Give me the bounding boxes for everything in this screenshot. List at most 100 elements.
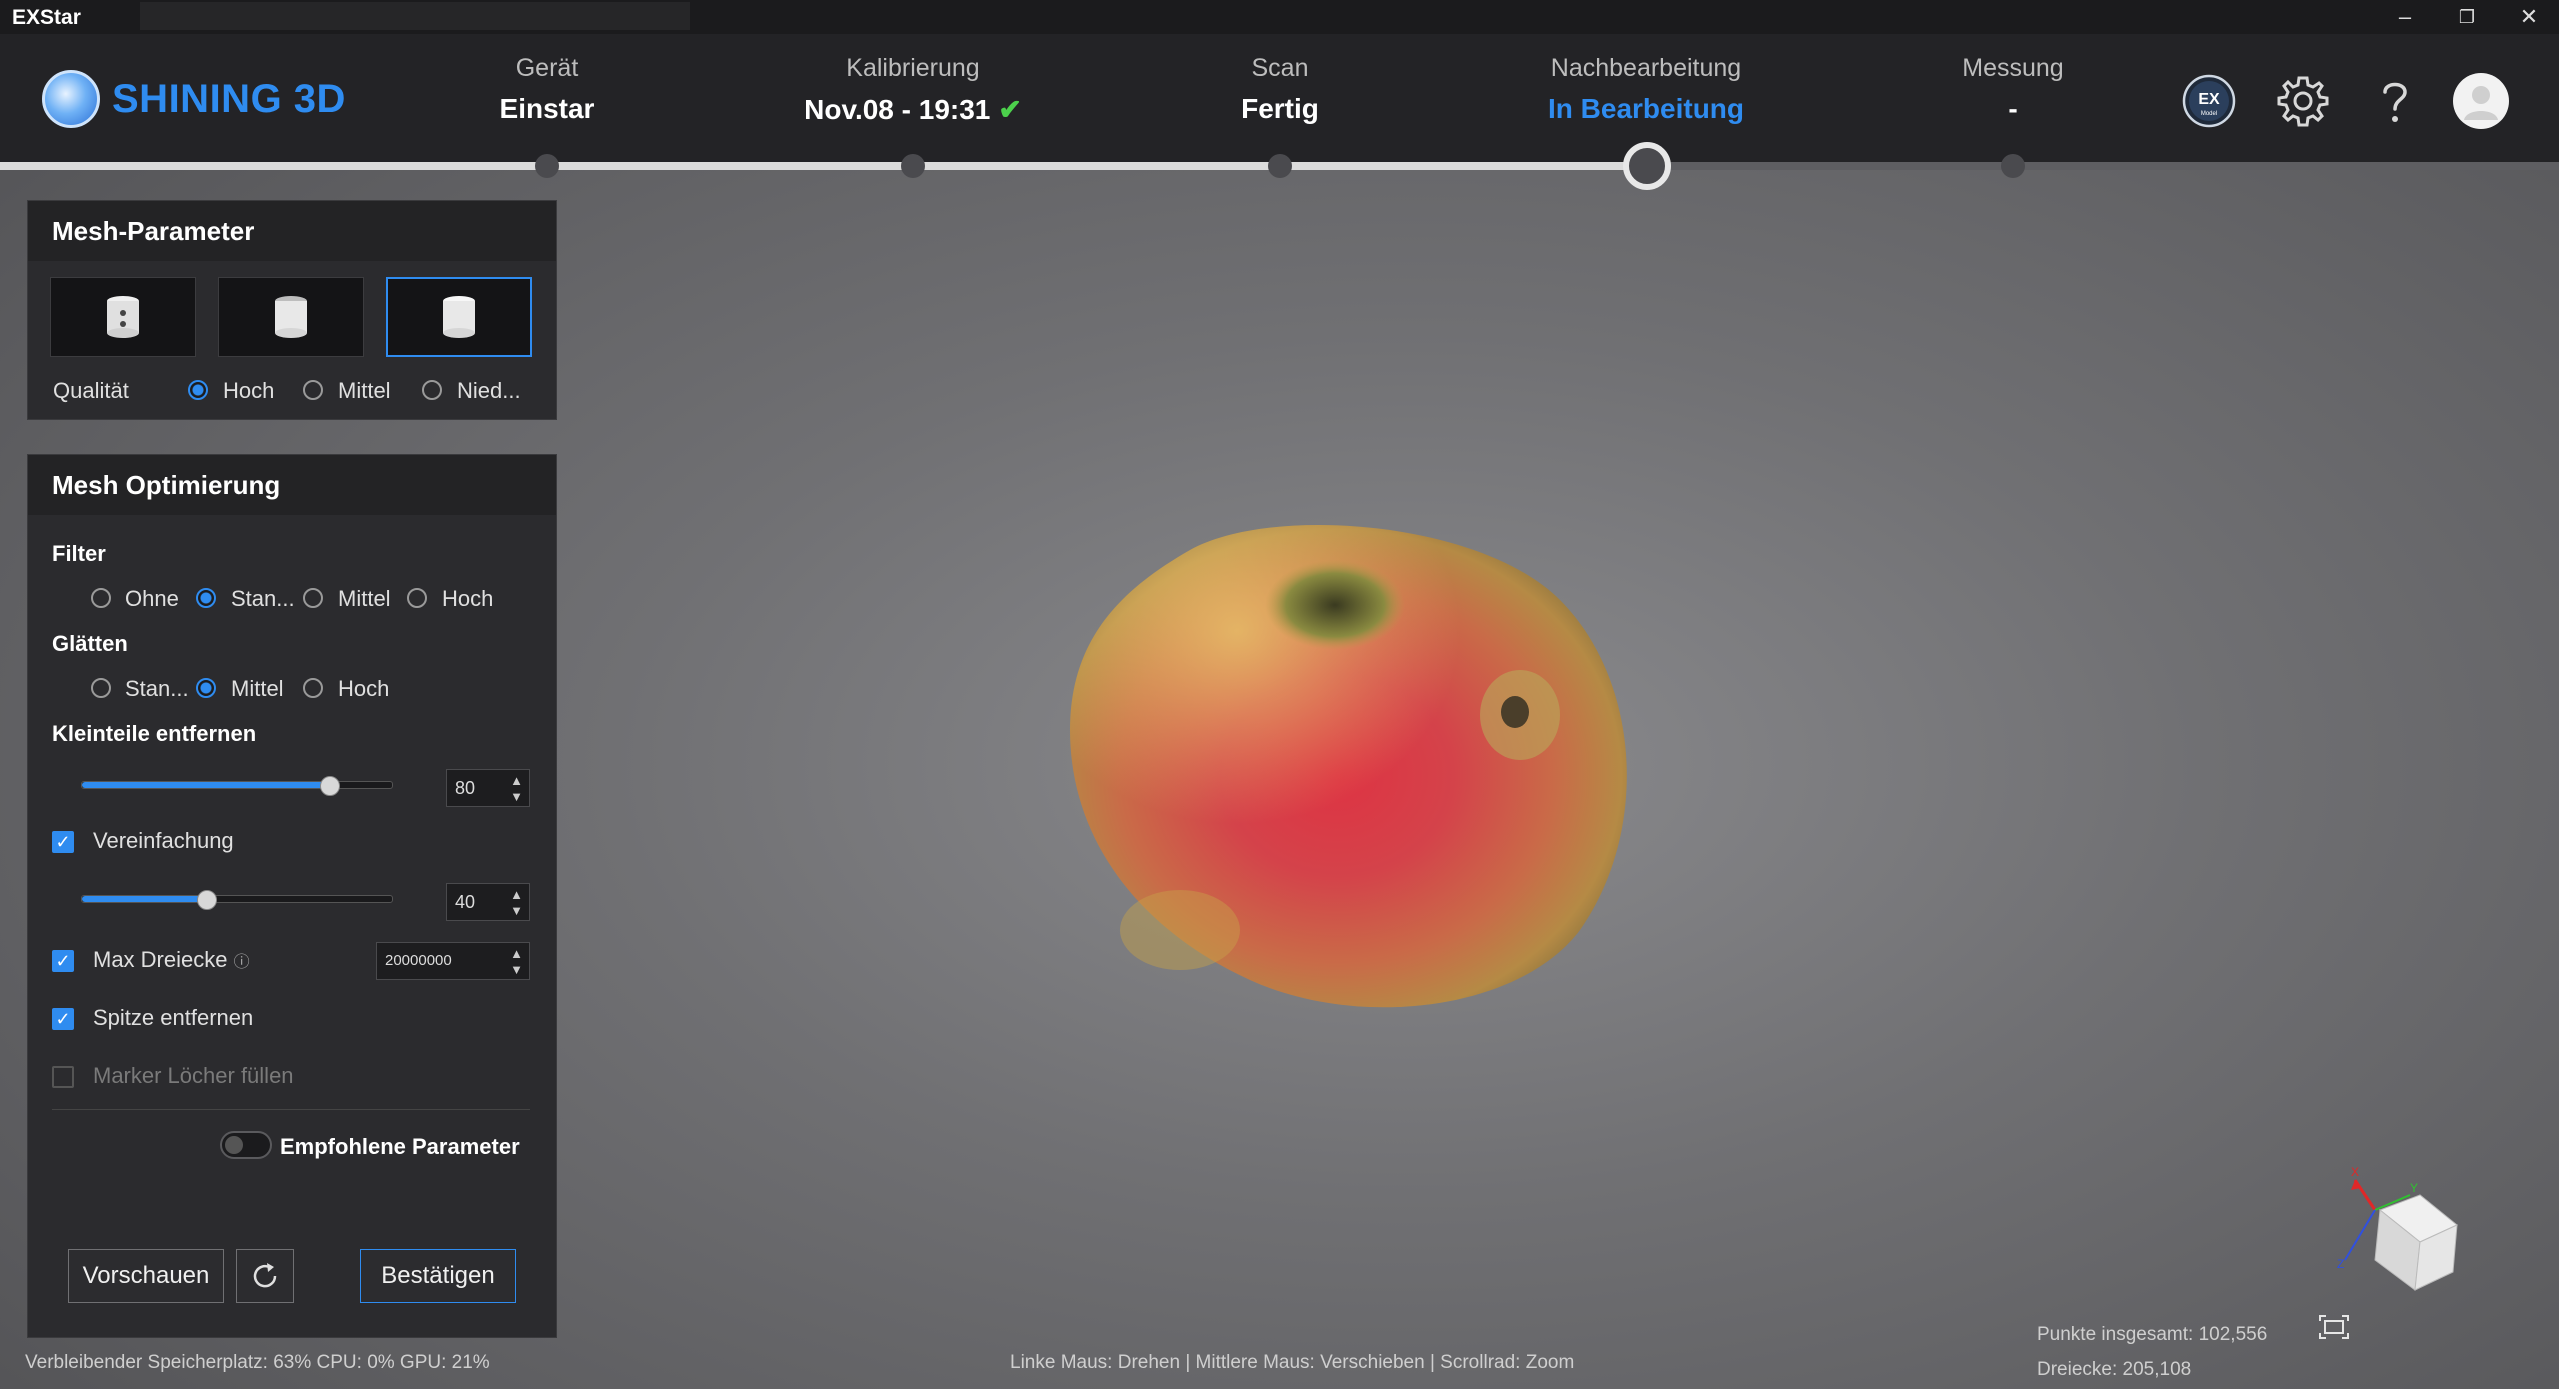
step-label: Scan xyxy=(1251,54,1309,82)
system-status: Verbleibender Speicherplatz: 63% CPU: 0%… xyxy=(25,1352,490,1373)
stepper-up-icon[interactable]: ▲ xyxy=(510,947,523,960)
max-triangles-stepper[interactable]: 20000000 ▲ ▼ xyxy=(376,942,530,980)
smooth-medium-radio[interactable] xyxy=(196,678,216,698)
minimize-button[interactable]: – xyxy=(2385,2,2425,32)
step-measurement[interactable]: Messung - xyxy=(1833,54,2193,125)
progress-node-device xyxy=(535,154,559,178)
orientation-cube[interactable]: X Y Z xyxy=(2325,1150,2475,1300)
smooth-standard-label: Stan... xyxy=(125,676,189,701)
help-icon[interactable] xyxy=(2366,72,2424,130)
quality-label: Qualität xyxy=(53,378,129,403)
quality-medium-radio[interactable] xyxy=(303,380,323,400)
remove-small-label: Kleinteile entfernen xyxy=(52,721,257,746)
recommended-params-toggle[interactable] xyxy=(220,1131,272,1159)
remove-small-stepper[interactable]: 80 ▲ ▼ xyxy=(446,769,530,807)
filter-high-label: Hoch xyxy=(442,586,494,611)
confirm-button[interactable]: Bestätigen xyxy=(360,1249,516,1303)
smooth-high-radio[interactable] xyxy=(303,678,323,698)
step-value: Nov.08 - 19:31 xyxy=(804,94,991,125)
title-bar-strip xyxy=(140,2,690,30)
ex-model-icon[interactable]: EX Model xyxy=(2180,72,2238,130)
step-value: - xyxy=(2008,93,2018,124)
remove-spike-checkbox[interactable]: ✓ xyxy=(52,1008,74,1030)
check-icon: ✔ xyxy=(998,94,1022,125)
smooth-medium-label: Mittel xyxy=(231,676,284,701)
step-value: Fertig xyxy=(1241,93,1319,124)
title-bar: EXStar – ❐ ✕ xyxy=(0,0,2559,34)
stepper-down-icon[interactable]: ▼ xyxy=(510,963,523,976)
stepper-up-icon[interactable]: ▲ xyxy=(510,888,523,901)
remove-small-value: 80 xyxy=(455,778,476,798)
fill-marker-holes-checkbox[interactable] xyxy=(52,1066,74,1088)
apple-3d-model[interactable] xyxy=(1060,510,1640,1015)
quality-low-radio[interactable] xyxy=(422,380,442,400)
progress-fill xyxy=(0,162,1646,170)
recommended-params-label: Empfohlene Parameter xyxy=(280,1134,520,1159)
simplify-slider-fill xyxy=(82,896,206,902)
svg-text:Model: Model xyxy=(2201,111,2217,117)
step-device[interactable]: Gerät Einstar xyxy=(367,54,727,125)
header: SHINING 3D Gerät Einstar Kalibrierung No… xyxy=(0,34,2559,164)
panel-title: Mesh Optimierung xyxy=(28,455,556,515)
max-triangles-checkbox[interactable]: ✓ xyxy=(52,950,74,972)
mesh-type-unwatertight-button[interactable] xyxy=(218,277,364,357)
fit-view-icon[interactable] xyxy=(2318,1314,2350,1340)
simplify-label: Vereinfachung xyxy=(93,828,234,853)
stepper-down-icon[interactable]: ▼ xyxy=(510,904,523,917)
step-value: Einstar xyxy=(499,93,595,124)
info-icon[interactable]: ⓘ xyxy=(234,954,250,971)
quality-high-label: Hoch xyxy=(223,378,275,403)
smooth-label: Glätten xyxy=(52,631,128,656)
logo-icon xyxy=(42,70,100,128)
restore-button[interactable]: ❐ xyxy=(2447,2,2487,32)
divider xyxy=(52,1109,530,1110)
panel-title: Mesh-Parameter xyxy=(28,201,556,261)
quality-high-radio[interactable] xyxy=(188,380,208,400)
stepper-down-icon[interactable]: ▼ xyxy=(510,790,523,803)
filter-medium-radio[interactable] xyxy=(303,588,323,608)
mesh-parameter-panel: Mesh-Parameter Qualität Hoch Mittel Nied… xyxy=(27,200,557,420)
filter-none-radio[interactable] xyxy=(91,588,111,608)
filter-standard-radio[interactable] xyxy=(196,588,216,608)
filter-none-label: Ohne xyxy=(125,586,179,611)
y-axis-label: Y xyxy=(2410,1181,2418,1195)
brand-logo: SHINING 3D xyxy=(42,70,346,128)
quality-medium-label: Mittel xyxy=(338,378,391,403)
step-label: Nachbearbeitung xyxy=(1550,54,1742,82)
fill-marker-holes-label: Marker Löcher füllen xyxy=(93,1063,294,1088)
step-calibration[interactable]: Kalibrierung Nov.08 - 19:31 ✔ xyxy=(733,54,1093,126)
simplify-slider-handle[interactable] xyxy=(197,890,217,910)
step-label: Gerät xyxy=(515,54,579,82)
remove-small-slider-fill xyxy=(82,782,329,788)
simplify-stepper[interactable]: 40 ▲ ▼ xyxy=(446,883,530,921)
brand-name: SHINING 3D xyxy=(112,76,346,121)
preview-button[interactable]: Vorschauen xyxy=(68,1249,224,1303)
z-axis xyxy=(2344,1209,2376,1261)
triangles-total: Dreiecke: 205,108 xyxy=(2037,1359,2192,1380)
step-postprocessing[interactable]: Nachbearbeitung In Bearbeitung xyxy=(1466,54,1826,125)
remove-spike-label: Spitze entfernen xyxy=(93,1005,254,1030)
close-button[interactable]: ✕ xyxy=(2509,2,2549,32)
mesh-type-watertight-markers-button[interactable] xyxy=(50,277,196,357)
avatar[interactable] xyxy=(2452,72,2510,130)
progress-node-measurement xyxy=(2001,154,2025,178)
mesh-type-watertight-button[interactable] xyxy=(386,277,532,357)
cylinder-closed-icon xyxy=(443,296,475,338)
step-scan[interactable]: Scan Fertig xyxy=(1100,54,1460,125)
gear-icon[interactable] xyxy=(2274,72,2332,130)
smooth-high-label: Hoch xyxy=(338,676,390,701)
simplify-value: 40 xyxy=(455,892,476,912)
filter-high-radio[interactable] xyxy=(407,588,427,608)
mouse-hint: Linke Maus: Drehen | Mittlere Maus: Vers… xyxy=(1010,1352,1575,1373)
remove-small-slider-handle[interactable] xyxy=(320,776,340,796)
progress-node-scan xyxy=(1268,154,1292,178)
max-triangles-label: Max Dreiecke xyxy=(93,947,228,972)
x-axis-label: X xyxy=(2351,1165,2359,1179)
refresh-icon xyxy=(253,1263,277,1288)
reset-button[interactable] xyxy=(236,1249,294,1303)
smooth-standard-radio[interactable] xyxy=(91,678,111,698)
stepper-up-icon[interactable]: ▲ xyxy=(510,774,523,787)
cylinder-open-icon xyxy=(275,296,307,338)
simplify-checkbox[interactable]: ✓ xyxy=(52,831,74,853)
points-total: Punkte insgesamt: 102,556 xyxy=(2037,1324,2268,1345)
